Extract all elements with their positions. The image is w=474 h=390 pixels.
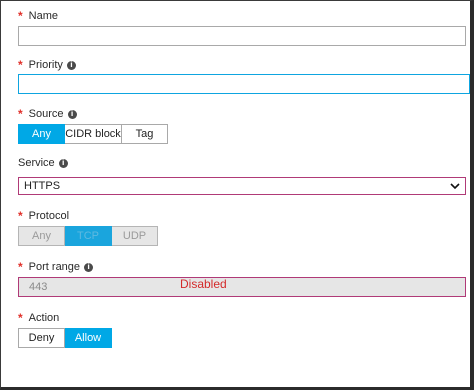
protocol-option-udp[interactable]: UDP <box>112 226 158 246</box>
protocol-option-tcp[interactable]: TCP <box>65 226 112 246</box>
required-asterisk: * <box>18 107 23 121</box>
source-option-any[interactable]: Any <box>18 124 65 144</box>
action-label: * Action <box>18 311 59 325</box>
action-label-text: Action <box>28 312 60 324</box>
required-asterisk: * <box>18 58 23 72</box>
action-option-deny[interactable]: Deny <box>18 328 65 348</box>
required-asterisk: * <box>18 209 23 223</box>
port-range-value: 443 <box>29 281 48 293</box>
priority-input[interactable] <box>18 74 470 94</box>
priority-label-text: Priority <box>28 59 63 71</box>
protocol-label-text: Protocol <box>28 210 70 222</box>
name-label-text: Name <box>28 10 59 22</box>
protocol-segmented-control: Any TCP UDP <box>18 226 158 246</box>
name-input[interactable] <box>18 26 466 46</box>
info-icon[interactable]: i <box>58 158 68 168</box>
port-range-label: * Port range i <box>18 260 94 274</box>
priority-label: * Priority i <box>18 58 76 72</box>
required-asterisk: * <box>18 260 23 274</box>
protocol-label: * Protocol <box>18 209 69 223</box>
info-icon[interactable]: i <box>84 262 94 272</box>
chevron-down-icon <box>450 183 460 190</box>
required-asterisk: * <box>18 9 23 23</box>
port-range-input[interactable]: 443 <box>18 277 466 297</box>
action-segmented-control: Deny Allow <box>18 328 112 348</box>
info-icon[interactable]: i <box>67 109 77 119</box>
service-select[interactable]: HTTPS <box>18 177 466 195</box>
info-icon[interactable]: i <box>66 60 76 70</box>
disabled-annotation: Disabled <box>180 277 227 291</box>
service-label: Service i <box>18 157 68 169</box>
port-range-label-text: Port range <box>28 261 81 273</box>
source-label-text: Source <box>28 108 64 120</box>
required-asterisk: * <box>18 311 23 325</box>
name-label: * Name <box>18 9 58 23</box>
source-segmented-control: Any CIDR block Tag <box>18 124 168 144</box>
action-option-allow[interactable]: Allow <box>65 328 112 348</box>
service-select-value: HTTPS <box>24 180 61 192</box>
source-option-cidr-block[interactable]: CIDR block <box>65 124 122 144</box>
protocol-option-any[interactable]: Any <box>18 226 65 246</box>
source-label: * Source i <box>18 107 77 121</box>
service-label-text: Service <box>18 157 55 169</box>
source-option-tag[interactable]: Tag <box>122 124 168 144</box>
